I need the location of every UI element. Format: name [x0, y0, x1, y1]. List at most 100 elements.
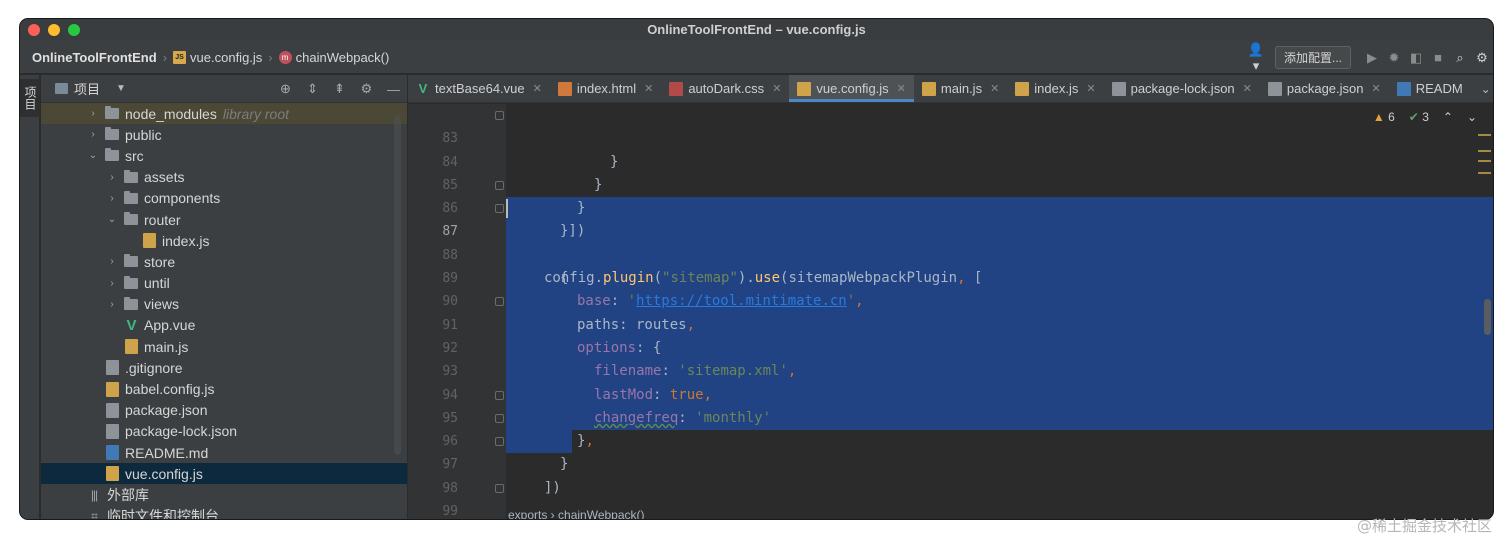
code-area[interactable]: 83 } 84 } 85 } 86 }]) 87 config.plugin("…: [408, 104, 1493, 519]
close-tab-icon[interactable]: ✕: [1086, 82, 1095, 95]
close-tab-icon[interactable]: ✕: [533, 82, 542, 95]
tree-item-src[interactable]: ⌄ src: [41, 145, 407, 166]
json-file-icon: [106, 402, 119, 418]
tab-list-chevron-icon[interactable]: ⌄: [1481, 82, 1491, 96]
add-configuration-button[interactable]: 添加配置...: [1274, 46, 1351, 69]
project-scrollbar[interactable]: [394, 115, 401, 455]
user-account-icon[interactable]: 👤▾: [1245, 42, 1267, 74]
tree-item-scratches[interactable]: ⌗ 临时文件和控制台: [41, 506, 407, 519]
code-breadcrumb[interactable]: exports › chainWebpack(): [508, 508, 645, 519]
tab-package-lock-json[interactable]: package-lock.json ✕: [1104, 75, 1260, 102]
ok-count[interactable]: ✔ 3: [1409, 110, 1429, 124]
locate-file-icon[interactable]: ⊕: [272, 81, 299, 97]
tab-main-js[interactable]: main.js ✕: [914, 75, 1007, 102]
code-line: 92 filename: 'sitemap.xml',: [442, 340, 797, 380]
previous-highlight-icon[interactable]: ⌃: [1443, 110, 1453, 124]
expand-all-icon[interactable]: ⇕: [299, 81, 326, 97]
tree-item-app-vue[interactable]: V App.vue: [41, 315, 407, 336]
breadcrumb-method[interactable]: chainWebpack(): [296, 50, 390, 65]
tree-item-until[interactable]: › until: [41, 273, 407, 294]
chevron-down-icon[interactable]: ▼: [116, 83, 126, 94]
tree-item-gitignore[interactable]: .gitignore: [41, 357, 407, 378]
json-file-icon: [1267, 81, 1282, 96]
js-file-icon: [106, 466, 119, 482]
panel-options-gear-icon[interactable]: ⚙: [353, 81, 380, 97]
checkmark-icon: ✔: [1408, 110, 1419, 124]
tab-vue-config-js[interactable]: vue.config.js ✕: [789, 75, 915, 102]
chevron-right-icon[interactable]: ›: [106, 278, 118, 289]
tree-item-package-json[interactable]: package.json: [41, 400, 407, 421]
close-tab-icon[interactable]: ✕: [990, 82, 999, 95]
project-tool-tab[interactable]: 项目: [20, 79, 40, 117]
editor-scrollbar[interactable]: [1484, 299, 1491, 335]
tree-item-router[interactable]: ⌄ router: [41, 209, 407, 230]
folder-icon: [124, 190, 138, 204]
tree-item-readme[interactable]: README.md: [41, 442, 407, 463]
error-stripe-mark[interactable]: [1478, 172, 1491, 174]
next-highlight-icon[interactable]: ⌄: [1467, 110, 1477, 124]
tab-textbase64-vue[interactable]: V textBase64.vue ✕: [408, 75, 550, 102]
code-line: 84 }: [442, 154, 603, 193]
breadcrumb-file[interactable]: vue.config.js: [190, 50, 262, 65]
title-bar: OnlineToolFrontEnd – vue.config.js: [20, 19, 1493, 41]
close-tab-icon[interactable]: ✕: [644, 82, 653, 95]
json-file-icon: [1111, 81, 1126, 96]
tree-item-views[interactable]: › views: [41, 294, 407, 315]
chevron-right-icon[interactable]: ›: [106, 172, 118, 183]
inspection-widget[interactable]: ▲ 6 ✔ 3 ⌃ ⌄: [1373, 110, 1477, 124]
code-line: 97 ]): [408, 430, 1493, 496]
tree-item-assets[interactable]: › assets: [41, 167, 407, 188]
project-panel-tools: ⊕ ⇕ ⇞ ⚙ —: [272, 75, 407, 103]
error-stripe-mark[interactable]: [1478, 150, 1491, 152]
zoom-window-button[interactable]: [68, 24, 80, 36]
chevron-down-icon[interactable]: ⌄: [87, 150, 99, 161]
code-line: 87 config.plugin("sitemap").use(sitemapW…: [408, 197, 1493, 286]
chevron-right-icon: ›: [268, 49, 273, 65]
chevron-down-icon[interactable]: ⌄: [106, 214, 118, 225]
settings-gear-icon[interactable]: ⚙: [1471, 50, 1493, 66]
tree-item-node-modules[interactable]: › node_modules library root: [41, 103, 407, 125]
close-tab-icon[interactable]: ✕: [897, 82, 906, 95]
warnings-count[interactable]: ▲ 6: [1373, 110, 1395, 124]
close-window-button[interactable]: [28, 24, 40, 36]
close-tab-icon[interactable]: ✕: [1372, 82, 1381, 95]
tree-item-components[interactable]: › components: [41, 188, 407, 209]
chevron-right-icon[interactable]: ›: [106, 299, 118, 310]
coverage-icon[interactable]: ◧: [1405, 50, 1427, 66]
run-icon[interactable]: ▶: [1361, 50, 1383, 66]
tree-item-vue-config[interactable]: vue.config.js: [41, 463, 407, 485]
tab-autodark-css[interactable]: autoDark.css ✕: [661, 75, 789, 102]
tree-item-router-index-js[interactable]: index.js: [41, 230, 407, 251]
tab-package-json[interactable]: package.json ✕: [1260, 75, 1389, 102]
close-tab-icon[interactable]: ✕: [1243, 82, 1252, 95]
stop-icon[interactable]: ■: [1427, 50, 1449, 65]
tab-readme[interactable]: READM: [1389, 75, 1471, 102]
tree-item-main-js[interactable]: main.js: [41, 336, 407, 357]
library-icon: |||: [90, 487, 98, 502]
minimize-window-button[interactable]: [48, 24, 60, 36]
code-line: 89 base: 'https://tool.mintimate.cn',: [442, 271, 864, 310]
tree-item-external-libraries[interactable]: ||| 外部库: [41, 484, 407, 505]
tab-index-html[interactable]: index.html ✕: [550, 75, 661, 102]
tree-item-babel-config[interactable]: babel.config.js: [41, 378, 407, 399]
tree-item-store[interactable]: › store: [41, 251, 407, 272]
editor-tabs: V textBase64.vue ✕ index.html ✕ autoDark…: [408, 75, 1493, 103]
hide-panel-icon[interactable]: —: [380, 82, 407, 97]
tab-index-js[interactable]: index.js ✕: [1007, 75, 1103, 102]
chevron-right-icon[interactable]: ›: [87, 129, 99, 140]
tree-item-package-lock[interactable]: package-lock.json: [41, 421, 407, 442]
tree-item-public[interactable]: › public: [41, 124, 407, 145]
search-icon[interactable]: ⌕: [1449, 50, 1471, 66]
debug-icon[interactable]: ✹: [1383, 50, 1405, 66]
collapse-all-icon[interactable]: ⇞: [326, 81, 353, 97]
chevron-right-icon[interactable]: ›: [87, 108, 99, 119]
chevron-right-icon[interactable]: ›: [106, 193, 118, 204]
error-stripe-mark[interactable]: [1478, 160, 1491, 162]
close-tab-icon[interactable]: ✕: [772, 82, 781, 95]
breadcrumb-project[interactable]: OnlineToolFrontEnd: [32, 50, 157, 65]
chevron-right-icon[interactable]: ›: [106, 256, 118, 267]
project-panel-title[interactable]: 项目: [74, 79, 100, 98]
js-file-icon: [143, 233, 156, 249]
error-stripe-mark[interactable]: [1478, 134, 1491, 136]
markdown-file-icon: [1396, 81, 1411, 96]
